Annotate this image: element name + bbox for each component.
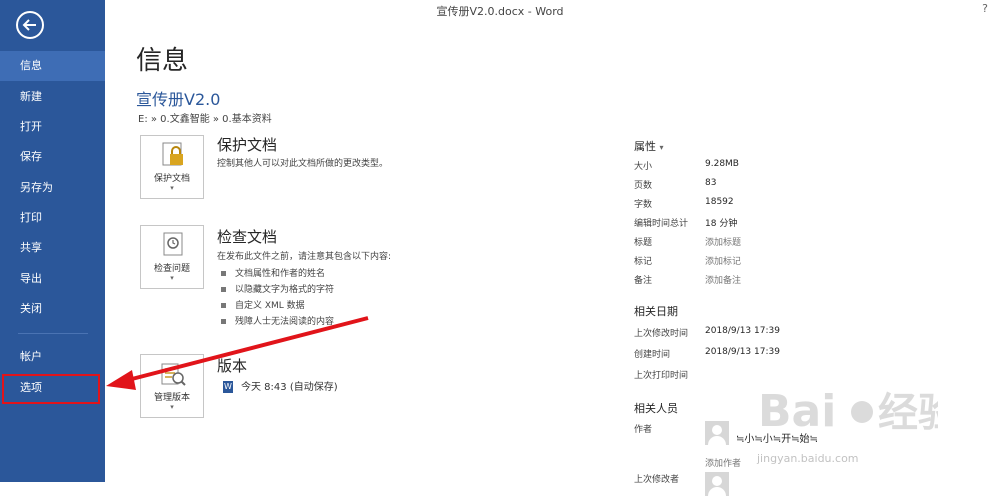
avatar-head [712, 476, 722, 486]
prop-label-size: 大小 [634, 162, 653, 172]
prop-label-tags: 标记 [634, 257, 653, 267]
avatar[interactable] [705, 472, 729, 496]
add-title-field[interactable]: 添加标题 [705, 235, 741, 248]
prop-value-words: 18592 [705, 197, 734, 207]
prop-value-size: 9.28MB [705, 159, 739, 169]
date-label-modified: 上次修改时间 [634, 329, 689, 339]
related-dates-heading: 相关日期 [634, 305, 678, 318]
prop-label-title: 标题 [634, 238, 653, 248]
date-value-modified: 2018/9/13 17:39 [705, 326, 780, 336]
avatar-body [708, 487, 726, 496]
add-author-link[interactable]: 添加作者 [705, 456, 741, 469]
properties-heading-text: 属性 [634, 140, 656, 153]
baidu-watermark-logo-icon: Bai 经验 [758, 386, 938, 437]
date-value-created: 2018/9/13 17:39 [705, 347, 780, 357]
prop-value-edit-time: 18 分钟 [705, 219, 738, 229]
add-tags-field[interactable]: 添加标记 [705, 254, 741, 267]
related-people-heading: 相关人员 [634, 402, 678, 415]
watermark-url: jingyan.baidu.com [757, 452, 859, 465]
date-label-created: 创建时间 [634, 350, 671, 360]
prop-label-edit-time: 编辑时间总计 [634, 219, 689, 229]
avatar-body [708, 436, 726, 445]
last-modified-by-label: 上次修改者 [634, 475, 680, 485]
add-comments-field[interactable]: 添加备注 [705, 273, 741, 286]
prop-value-pages: 83 [705, 178, 717, 188]
avatar-head [712, 425, 722, 435]
properties-heading[interactable]: 属性 ▾ [634, 138, 664, 154]
svg-text:Bai: Bai [758, 386, 836, 437]
author-label: 作者 [634, 425, 653, 435]
chevron-down-icon: ▾ [659, 143, 664, 152]
prop-label-words: 字数 [634, 200, 653, 210]
date-label-printed: 上次打印时间 [634, 371, 689, 381]
prop-label-comments: 备注 [634, 276, 653, 286]
prop-label-pages: 页数 [634, 181, 653, 191]
avatar[interactable] [705, 421, 729, 445]
svg-text:经验: 经验 [878, 390, 938, 436]
